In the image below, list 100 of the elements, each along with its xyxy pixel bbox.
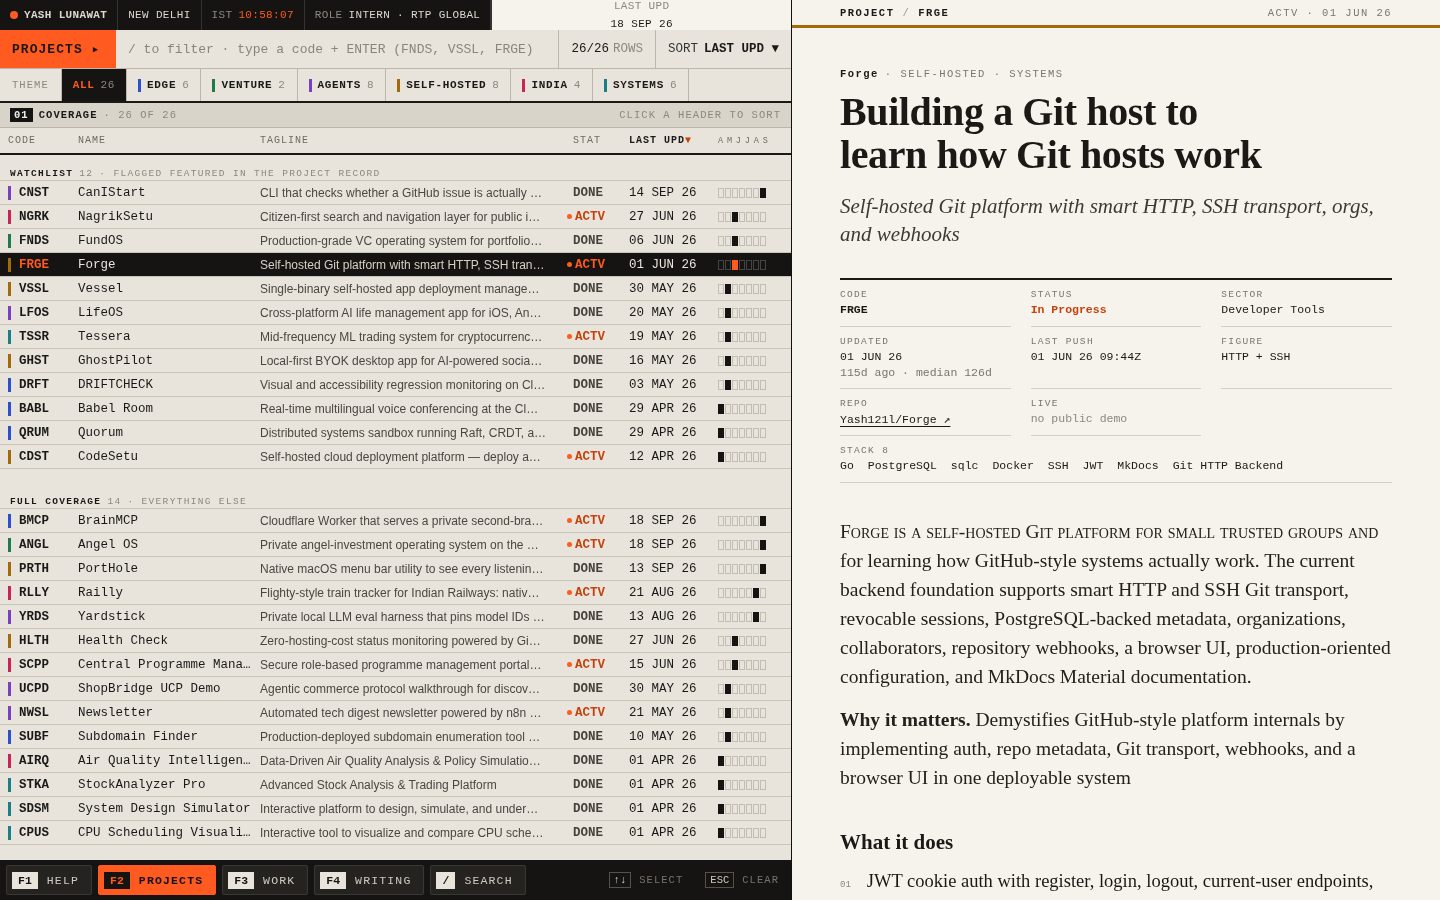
project-tagline: Self-hosted cloud deployment platform — deploy a… — [260, 449, 542, 464]
project-code: SDSM — [19, 801, 49, 816]
theme-tab[interactable]: AGENTS 8 — [297, 69, 387, 101]
project-date: 06 JUN 26 — [629, 233, 698, 248]
project-row[interactable]: CNST CanIStart CLI that checks whether a GitHub issue is actually … DONE 14 SEP 26 — [0, 181, 791, 205]
project-row[interactable]: CPUS CPU Scheduling Visuali… Interactive tool to visualize and compare CPU sche… DONE 01 APR 26 — [0, 821, 791, 845]
project-row[interactable]: LFOS LifeOS Cross-platform AI life management app for iOS, An… DONE 20 MAY 26 — [0, 301, 791, 325]
column-header[interactable]: STAT — [573, 135, 629, 146]
project-row[interactable]: SUBF Subdomain Finder Production-deployed subdomain enumeration tool … DONE 10 MAY 26 — [0, 725, 791, 749]
stack-item: Go — [840, 459, 854, 472]
project-name: CPU Scheduling Visuali… — [78, 825, 252, 840]
project-tagline: Visual and accessibility regression monitoring on Cl… — [260, 377, 547, 392]
project-status: DONE — [573, 561, 604, 576]
project-row[interactable]: RLLY Railly Flighty-style train tracker for Indian Railways: nativ… ACTV 21 AUG 26 — [0, 581, 791, 605]
project-row[interactable]: NWSL Newsletter Automated tech digest newsletter powered by n8n … ACTV 21 MAY 26 — [0, 701, 791, 725]
project-row[interactable]: QRUM Quorum Distributed systems sandbox running Raft, CRDT, a… DONE 29 APR 26 — [0, 421, 791, 445]
meta-value: no public demo — [1030, 412, 1129, 425]
project-row[interactable]: HLTH Health Check Zero-hosting-cost status monitoring powered by Gi… DONE 27 JUN 26 — [0, 629, 791, 653]
project-status: ACTV — [567, 657, 629, 672]
project-tagline: Cloudflare Worker that serves a private second-bra… — [260, 513, 545, 528]
theme-tab[interactable]: VENTURE 2 — [201, 69, 298, 101]
project-date: 19 MAY 26 — [629, 329, 698, 344]
project-name: Vessel — [78, 281, 124, 296]
projects-button[interactable]: PROJECTS ▸ — [0, 30, 116, 68]
project-name: BrainMCP — [78, 513, 139, 528]
project-name: System Design Simulator — [78, 801, 252, 816]
group-note: · EVERYTHING ELSE — [127, 496, 247, 507]
meta-label: LIVE — [1030, 398, 1060, 409]
project-code: TSSR — [19, 329, 49, 344]
theme-tab[interactable]: SYSTEMS 6 — [593, 69, 690, 101]
meta-value: FRGE — [840, 303, 869, 316]
project-name: DRIFTCHECK — [78, 377, 154, 392]
project-row[interactable]: DRFT DRIFTCHECK Visual and accessibility regression monitoring on Cl… DONE 03 MAY 26 — [0, 373, 791, 397]
meta-value: 01 JUN 26 — [840, 350, 904, 363]
group-title: FULL COVERAGE — [10, 496, 102, 507]
column-header[interactable]: NAME — [78, 135, 260, 146]
project-tagline: Native macOS menu bar utility to see every listenin… — [260, 561, 545, 576]
sort-button[interactable]: SORT LAST UPD ▼ — [654, 30, 791, 68]
role-label: ROLE — [314, 9, 343, 21]
project-name: Subdomain Finder — [78, 729, 200, 744]
project-row[interactable]: NGRK NagrikSetu Citizen-first search and navigation layer for public i… ACTV 27 JUN 26 — [0, 205, 791, 229]
project-row[interactable]: STKA StockAnalyzer Pro Advanced Stock Analysis & Trading Platform DONE 01 APR 26 — [0, 773, 791, 797]
project-row[interactable]: BMCP BrainMCP Cloudflare Worker that serves a private second-bra… ACTV 18 SEP 26 — [0, 509, 791, 533]
project-tagline: Production-deployed subdomain enumeration tool … — [260, 729, 542, 744]
function-key-button[interactable]: / SEARCH — [430, 865, 526, 895]
project-name: CodeSetu — [78, 449, 139, 464]
project-date: 29 APR 26 — [629, 425, 698, 440]
theme-tab[interactable]: EDGE 6 — [127, 69, 202, 101]
project-code: NGRK — [19, 209, 49, 224]
project-date: 18 SEP 26 — [629, 513, 698, 528]
role-value: INTERN · RTP GLOBAL — [348, 9, 481, 21]
project-date: 29 APR 26 — [629, 401, 698, 416]
project-status: DONE — [573, 377, 604, 392]
project-name: ShopBridge UCP Demo — [78, 681, 222, 696]
group-count: 14 — [107, 496, 122, 507]
status-dot-icon — [10, 11, 18, 19]
project-code: BMCP — [19, 513, 49, 528]
key-hint: ↑↓ — [608, 872, 632, 888]
filter-field[interactable]: / to filter · type a code + ENTER (FNDS, VSSL, FRGE) — [116, 30, 559, 68]
project-row[interactable]: CDST CodeSetu Self-hosted cloud deployment platform — deploy a… ACTV 12 APR 26 — [0, 445, 791, 469]
updated-date: 18 SEP 26 — [610, 18, 673, 30]
project-code: STKA — [19, 777, 49, 792]
project-row[interactable]: YRDS Yardstick Private local LLM eval harness that pins model IDs … DONE 13 AUG 26 — [0, 605, 791, 629]
project-row[interactable]: GHST GhostPilot Local-first BYOK desktop app for AI-powered socia… DONE 16 MAY 26 — [0, 349, 791, 373]
theme-tab[interactable]: ALL 26 — [61, 69, 128, 101]
project-row[interactable]: PRTH PortHole Native macOS menu bar utility to see every listenin… DONE 13 SEP 26 — [0, 557, 791, 581]
meta-note: 115d ago · median 126d — [840, 366, 993, 379]
project-name: Air Quality Intelligen… — [78, 753, 252, 768]
function-key-button[interactable]: F2 PROJECTS — [98, 865, 217, 895]
theme-tab[interactable]: SELF-HOSTED 8 — [386, 69, 512, 101]
project-row[interactable]: UCPD ShopBridge UCP Demo Agentic commerce protocol walkthrough for discov… DONE 30 MAY 26 — [0, 677, 791, 701]
project-row[interactable]: FRGE Forge Self-hosted Git platform with smart HTTP, SSH tran… ACTV 01 JUN 26 — [0, 253, 791, 277]
project-row[interactable]: ANGL Angel OS Private angel-investment operating system on the … ACTV 18 SEP 26 — [0, 533, 791, 557]
repo-link[interactable]: Yash121l/Forge ↗ — [840, 412, 951, 426]
function-key-button[interactable]: F1 HELP — [6, 865, 93, 895]
project-status: ACTV — [567, 449, 629, 464]
project-row[interactable]: BABL Babel Room Real-time multilingual voice conferencing at the Cl… DONE 29 APR 26 — [0, 397, 791, 421]
project-row[interactable]: VSSL Vessel Single-binary self-hosted app deployment manage… DONE 30 MAY 26 — [0, 277, 791, 301]
column-header[interactable]: CODE — [8, 135, 78, 146]
project-date: 21 MAY 26 — [629, 705, 698, 720]
project-status: DONE — [573, 777, 604, 792]
project-row[interactable]: SDSM System Design Simulator Interactive platform to design, simulate, and under… DONE 01 APR 26 — [0, 797, 791, 821]
column-header[interactable]: LAST UPD▼ — [629, 135, 718, 146]
project-name: Railly — [78, 585, 124, 600]
function-key-button[interactable]: F3 WORK — [222, 865, 309, 895]
project-row[interactable]: SCPP Central Programme Mana… Secure role-based programme management portal… ACTV 15 JUN 26 — [0, 653, 791, 677]
project-row[interactable]: AIRQ Air Quality Intelligen… Data-Driven Air Quality Analysis & Policy Simulatio… DONE 01 APR 26 — [0, 749, 791, 773]
theme-tab[interactable]: INDIA 4 — [511, 69, 594, 101]
project-tagline: Private angel-investment operating system on the … — [260, 537, 540, 552]
column-header[interactable]: AMJJAS — [718, 135, 791, 146]
city-label: NEW DELHI — [128, 9, 191, 21]
project-status: DONE — [573, 305, 604, 320]
function-key-button[interactable]: F4 WRITING — [314, 865, 425, 895]
project-row[interactable]: TSSR Tessera Mid-frequency ML trading system for cryptocurrenc… ACTV 19 MAY 26 — [0, 325, 791, 349]
column-header[interactable]: TAGLINE — [260, 135, 573, 146]
project-date: 20 MAY 26 — [629, 305, 698, 320]
project-date: 14 SEP 26 — [629, 185, 698, 200]
key-hint: ESC — [705, 872, 735, 888]
meta-label: STACK 8 — [840, 445, 891, 456]
clock-label: IST — [211, 9, 233, 21]
